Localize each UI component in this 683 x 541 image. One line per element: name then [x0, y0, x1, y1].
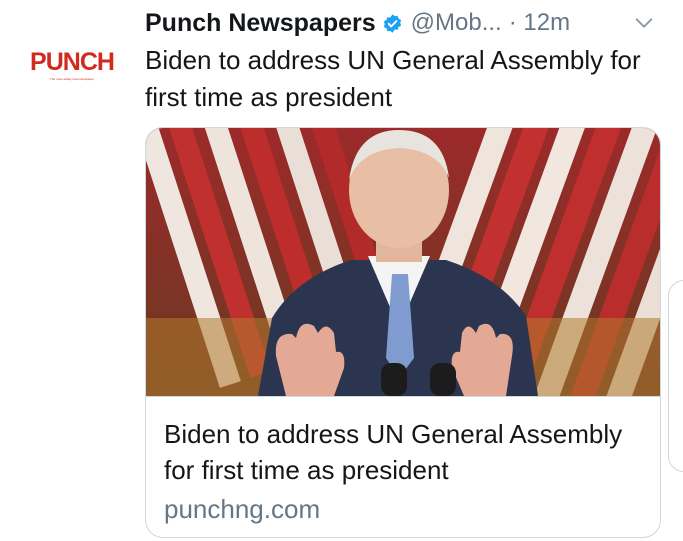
link-card[interactable]: Biden to address UN General Assembly for… — [145, 127, 661, 538]
display-name[interactable]: Punch Newspapers — [145, 9, 376, 38]
tweet-text: Biden to address UN General Assembly for… — [145, 45, 641, 112]
time-ago: 12m — [523, 9, 571, 36]
tweet[interactable]: PUNCH The most widely read newspaper Pun… — [0, 0, 683, 541]
card-domain: punchng.com — [164, 494, 321, 524]
punch-logo: PUNCH — [30, 48, 115, 76]
card-image — [146, 128, 660, 397]
separator-dot: · — [508, 9, 517, 36]
tweet-header: Punch Newspapers @Mob... · 12m — [145, 6, 665, 40]
logo-tagline: The most widely read newspaper — [49, 77, 95, 81]
card-body: Biden to address UN General Assembly for… — [164, 416, 644, 527]
timestamp[interactable]: · 12m — [509, 9, 570, 37]
card-title: Biden to address UN General Assembly for… — [164, 419, 623, 485]
user-handle[interactable]: @Mob... — [411, 9, 502, 37]
avatar[interactable]: PUNCH The most widely read newspaper — [22, 40, 122, 90]
verified-badge-icon — [383, 13, 401, 33]
adjacent-card-edge — [668, 280, 683, 472]
chevron-down-icon[interactable] — [633, 12, 655, 34]
